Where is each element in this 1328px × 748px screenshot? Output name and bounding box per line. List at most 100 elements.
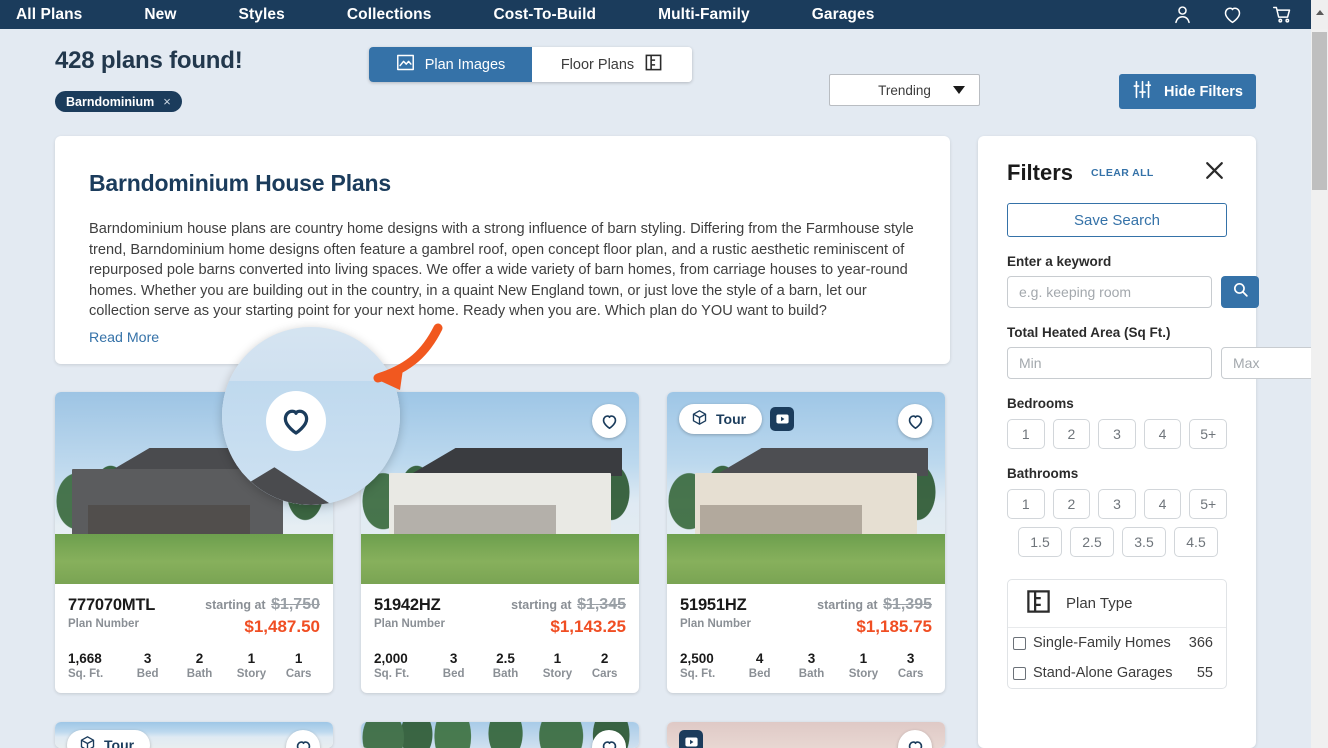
plan-image[interactable] xyxy=(361,392,639,584)
plan-card[interactable]: 777070MTL Plan Number starting at $1,750… xyxy=(55,392,333,693)
spec-label: Bath xyxy=(798,668,825,680)
nav-item-cost-to-build[interactable]: Cost-To-Build xyxy=(493,6,596,24)
hide-filters-button[interactable]: Hide Filters xyxy=(1119,74,1256,109)
tab-floor-plans[interactable]: Floor Plans xyxy=(532,47,692,82)
plan-type-header[interactable]: Plan Type xyxy=(1008,580,1226,628)
bathrooms-option-5plus[interactable]: 5+ xyxy=(1189,489,1227,519)
spec-value: 3 xyxy=(143,651,152,666)
tab-plan-images-label: Plan Images xyxy=(424,56,506,73)
active-filter-chip-barndominium[interactable]: Barndominium × xyxy=(55,91,182,112)
bedrooms-option-5plus[interactable]: 5+ xyxy=(1189,419,1227,449)
original-price: $1,395 xyxy=(883,596,932,613)
spec-label: Sq. Ft. xyxy=(374,668,410,680)
plan-type-option-single-family[interactable]: Single-Family Homes 366 xyxy=(1008,628,1226,658)
spec-label: Bed xyxy=(136,668,159,680)
starting-at-label: starting at xyxy=(817,598,878,612)
spec-label: Story xyxy=(542,668,573,680)
bathrooms-option-4[interactable]: 4 xyxy=(1143,489,1182,519)
plan-type-option-stand-alone-garages[interactable]: Stand-Alone Garages 55 xyxy=(1008,658,1226,688)
clear-all-button[interactable]: CLEAR ALL xyxy=(1091,167,1154,179)
keyword-search-button[interactable] xyxy=(1221,276,1259,308)
favorite-heart-icon[interactable] xyxy=(592,404,626,438)
cart-icon[interactable] xyxy=(1272,4,1293,25)
chip-remove-icon[interactable]: × xyxy=(163,94,171,109)
account-icon[interactable] xyxy=(1172,4,1193,25)
plan-number-label: Plan Number xyxy=(374,618,445,630)
bathrooms-label: Bathrooms xyxy=(1007,466,1079,481)
spec-label: Sq. Ft. xyxy=(68,668,104,680)
scroll-up-arrow-icon[interactable] xyxy=(1316,10,1324,15)
nav-item-collections[interactable]: Collections xyxy=(347,6,432,24)
sort-value: Trending xyxy=(878,82,931,98)
plan-card[interactable]: Tour xyxy=(55,722,333,748)
spec-label: Bath xyxy=(186,668,213,680)
cube-3d-icon xyxy=(79,735,96,748)
chip-label: Barndominium xyxy=(66,94,155,109)
bedrooms-label: Bedrooms xyxy=(1007,396,1074,411)
plan-images-icon xyxy=(396,54,415,75)
plan-card[interactable] xyxy=(667,722,945,748)
bedrooms-option-4[interactable]: 4 xyxy=(1143,419,1182,449)
bathrooms-option-1-5[interactable]: 1.5 xyxy=(1018,527,1062,557)
spec-label: Bed xyxy=(442,668,465,680)
video-play-icon[interactable] xyxy=(679,730,703,748)
favorite-heart-icon[interactable] xyxy=(286,404,320,438)
spec-value: 1 xyxy=(294,651,303,666)
plan-image[interactable]: Tour xyxy=(667,392,945,584)
sort-dropdown[interactable]: Trending xyxy=(829,74,980,106)
favorite-heart-icon[interactable] xyxy=(898,404,932,438)
bedrooms-option-3[interactable]: 3 xyxy=(1098,419,1136,449)
save-search-button[interactable]: Save Search xyxy=(1007,203,1227,237)
tour-badge[interactable]: Tour xyxy=(679,404,763,434)
read-more-link[interactable]: Read More xyxy=(89,330,159,346)
checkbox-icon[interactable] xyxy=(1013,666,1026,680)
favorites-heart-icon[interactable] xyxy=(1222,4,1243,25)
plan-card[interactable]: Tour 51951HZ Plan Number starting at $1,… xyxy=(667,392,945,693)
area-row xyxy=(1007,347,1328,379)
spec-value: 1 xyxy=(247,651,256,666)
starting-at-label: starting at xyxy=(205,598,266,612)
bedrooms-option-2[interactable]: 2 xyxy=(1052,419,1091,449)
bathrooms-option-2-5[interactable]: 2.5 xyxy=(1070,527,1114,557)
scrollbar-thumb[interactable] xyxy=(1312,32,1327,190)
plan-image[interactable] xyxy=(55,392,333,584)
nav-item-new[interactable]: New xyxy=(144,6,176,24)
bathrooms-option-1[interactable]: 1 xyxy=(1007,489,1045,519)
plan-image[interactable] xyxy=(667,722,945,748)
plan-number-label: Plan Number xyxy=(680,618,751,630)
bedrooms-options: 1 2 3 4 5+ xyxy=(1007,419,1227,449)
nav-item-garages[interactable]: Garages xyxy=(812,6,875,24)
plan-type-section: Plan Type Single-Family Homes 366 Stand-… xyxy=(1007,579,1227,689)
bathrooms-option-4-5[interactable]: 4.5 xyxy=(1174,527,1218,557)
bathrooms-option-3[interactable]: 3 xyxy=(1098,489,1136,519)
plan-card[interactable] xyxy=(361,722,639,748)
plan-card[interactable]: 51942HZ Plan Number starting at $1,345 $… xyxy=(361,392,639,693)
image-grass xyxy=(361,534,639,584)
plan-image[interactable] xyxy=(361,722,639,748)
nav-item-multi-family[interactable]: Multi-Family xyxy=(658,6,750,24)
nav-links: All Plans New Styles Collections Cost-To… xyxy=(0,6,936,24)
bathrooms-option-2[interactable]: 2 xyxy=(1052,489,1091,519)
filters-header: Filters CLEAR ALL xyxy=(1007,158,1227,188)
plan-image[interactable]: Tour xyxy=(55,722,333,748)
nav-item-all-plans[interactable]: All Plans xyxy=(16,6,82,24)
tab-plan-images[interactable]: Plan Images xyxy=(369,47,532,82)
tab-floor-plans-label: Floor Plans xyxy=(560,56,635,73)
bathrooms-options: 1 2 3 4 5+ xyxy=(1007,489,1227,519)
checkbox-icon[interactable] xyxy=(1013,636,1026,650)
search-icon xyxy=(1232,281,1249,303)
page-scrollbar-track[interactable] xyxy=(1311,0,1328,748)
page-root: All Plans New Styles Collections Cost-To… xyxy=(0,0,1328,748)
video-play-icon[interactable] xyxy=(770,407,794,431)
area-min-input[interactable] xyxy=(1007,347,1212,379)
plan-info: 51942HZ Plan Number starting at $1,345 $… xyxy=(361,584,639,693)
search-input[interactable] xyxy=(1007,276,1212,308)
bedrooms-option-1[interactable]: 1 xyxy=(1007,419,1045,449)
close-icon[interactable] xyxy=(1202,158,1227,188)
floor-plan-icon xyxy=(644,53,663,76)
spec-label: Sq. Ft. xyxy=(680,668,716,680)
filters-panel: Filters CLEAR ALL Save Search Enter a ke… xyxy=(978,136,1328,748)
tour-badge[interactable]: Tour xyxy=(67,730,151,748)
nav-item-styles[interactable]: Styles xyxy=(239,6,285,24)
bathrooms-option-3-5[interactable]: 3.5 xyxy=(1122,527,1166,557)
